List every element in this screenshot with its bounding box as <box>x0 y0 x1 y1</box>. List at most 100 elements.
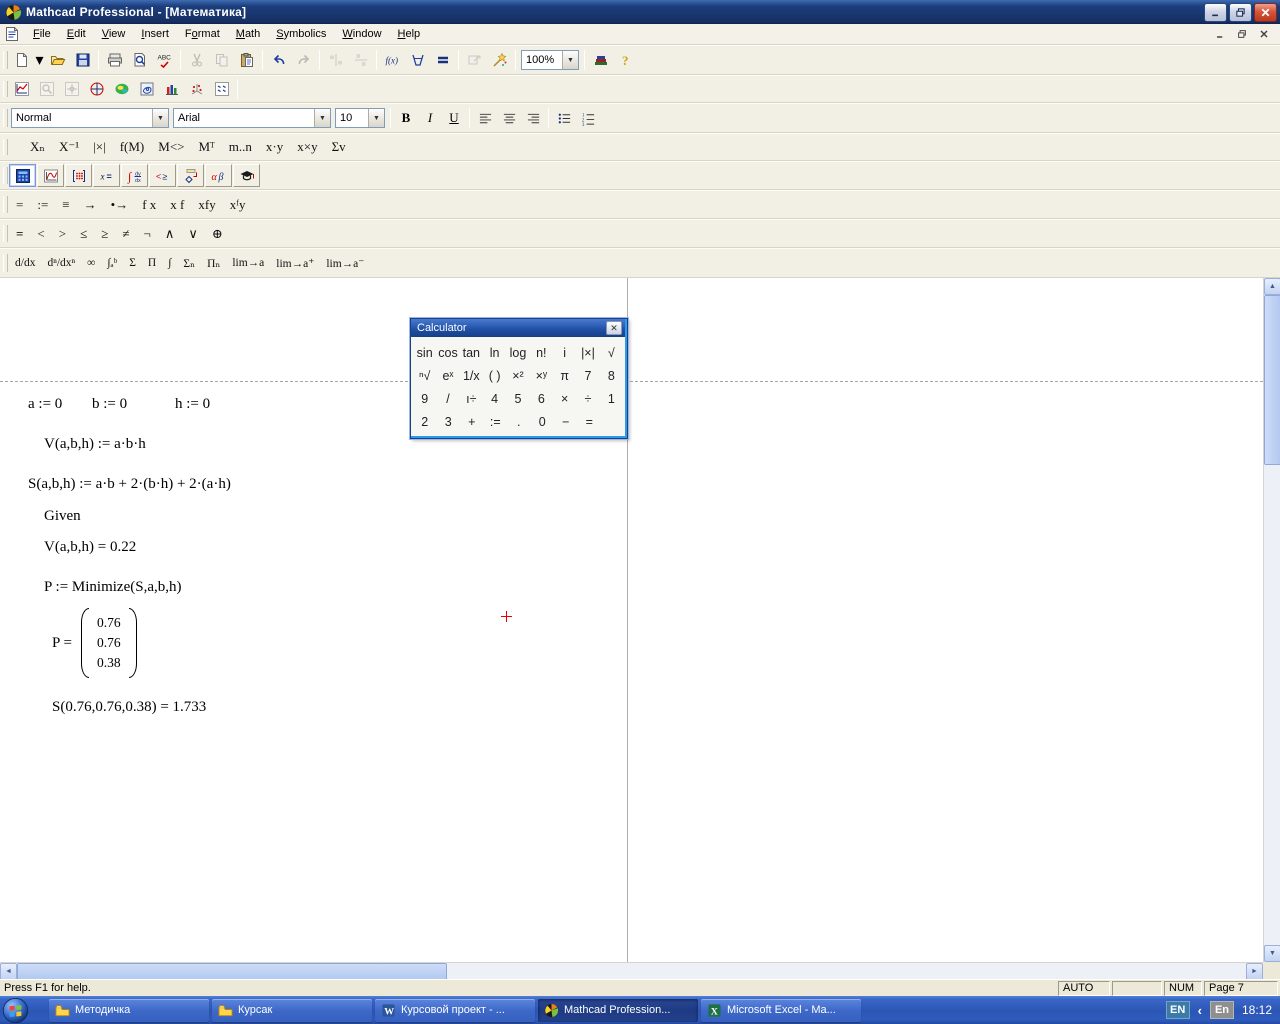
range-sum-button[interactable]: Σₙ <box>177 252 201 274</box>
keyword-eval-button[interactable]: •→ <box>104 194 136 216</box>
equals-button[interactable]: = <box>9 194 30 216</box>
font-size-select[interactable]: 10 ▼ <box>335 108 385 128</box>
vector-sum-button[interactable]: Σv <box>325 136 353 158</box>
help-button[interactable] <box>613 48 638 72</box>
calculate-button[interactable] <box>430 48 455 72</box>
prefix-button[interactable]: f x <box>135 194 163 216</box>
symbolic-eval-button[interactable]: → <box>77 194 104 216</box>
spell-check-button[interactable] <box>152 48 177 72</box>
summation-button[interactable]: Σ <box>123 252 142 274</box>
region-a-define[interactable]: a := 0 <box>28 396 62 413</box>
assign-button[interactable]: := <box>30 194 55 216</box>
menu-insert[interactable]: Insert <box>133 26 177 43</box>
zoom-select[interactable]: 100% ▼ <box>521 50 579 70</box>
limit-left-button[interactable]: lim→a⁻ <box>320 252 370 274</box>
print-preview-button[interactable] <box>127 48 152 72</box>
bold-button[interactable]: B <box>394 107 418 129</box>
add-button[interactable]: + <box>460 410 484 433</box>
mdi-close-button[interactable] <box>1256 27 1272 41</box>
reciprocal-button[interactable]: 1/x <box>460 364 483 387</box>
worksheet[interactable]: P = 0.76 0.76 0.38 Calculator ✕ sin cos ta… <box>0 278 1263 962</box>
taskbar-excel[interactable]: Microsoft Excel - Ma... <box>701 998 861 1022</box>
less-equal-button[interactable]: ≤ <box>73 223 94 245</box>
scroll-left-button[interactable]: ◄ <box>0 963 17 980</box>
greater-equal-button[interactable]: ≥ <box>94 223 115 245</box>
chevron-down-icon[interactable]: ▼ <box>152 109 168 127</box>
new-button[interactable] <box>9 48 34 72</box>
minimize-button[interactable] <box>1204 2 1227 22</box>
xor-button[interactable]: ⊕ <box>205 223 230 245</box>
and-button[interactable]: ∧ <box>158 223 182 245</box>
bool-equals-button[interactable]: = <box>9 223 30 245</box>
language-indicator-secondary[interactable]: En <box>1209 1001 1234 1019</box>
tan-button[interactable]: tan <box>460 341 483 364</box>
matrix-insert-button[interactable] <box>9 136 23 158</box>
region-volume-define[interactable]: V(a,b,h) := a·b·h <box>44 436 146 453</box>
greek-palette-button[interactable] <box>205 164 232 187</box>
indefinite-integral-button[interactable]: ∫ <box>162 252 177 274</box>
assign-key-button[interactable]: := <box>484 410 508 433</box>
definite-integral-button[interactable]: ∫ₐᵇ <box>101 252 123 274</box>
insert-unit-button[interactable] <box>405 48 430 72</box>
subscript-button[interactable]: Xₙ <box>23 136 52 158</box>
range-product-button[interactable]: Πₙ <box>201 252 226 274</box>
product-button[interactable]: Π <box>142 252 162 274</box>
menu-format[interactable]: Format <box>177 26 228 43</box>
blank-indicator[interactable] <box>1112 980 1162 996</box>
insert-function-button[interactable] <box>380 48 405 72</box>
divide-button[interactable]: ÷ <box>576 387 599 410</box>
style-select[interactable]: Normal ▼ <box>11 108 169 128</box>
not-equal-button[interactable]: ≠ <box>115 223 136 245</box>
menu-symbolics[interactable]: Symbolics <box>268 26 334 43</box>
menu-window[interactable]: Window <box>334 26 389 43</box>
auto-indicator[interactable]: AUTO <box>1058 980 1110 996</box>
scroll-track[interactable] <box>447 963 1246 979</box>
surface-plot-button[interactable] <box>109 77 134 101</box>
graph-palette-button[interactable] <box>37 164 64 187</box>
chevron-down-icon[interactable]: ▼ <box>314 109 330 127</box>
calculator-palette[interactable]: Calculator ✕ sin cos tan ln log n! i |×| √ ⁿ√ eˣ 1/… <box>409 317 629 440</box>
mdi-restore-button[interactable] <box>1234 27 1250 41</box>
infinity-button[interactable]: ∞ <box>81 252 101 274</box>
region-surface-result[interactable]: S(0.76,0.76,0.38) = 1.733 <box>52 699 206 716</box>
bullet-list-button[interactable] <box>552 107 576 129</box>
power-button[interactable]: ×ʸ <box>530 364 553 387</box>
ln-button[interactable]: ln <box>483 341 506 364</box>
four-button[interactable]: 4 <box>483 387 506 410</box>
chevron-down-icon[interactable]: ▼ <box>368 109 384 127</box>
underline-button[interactable]: U <box>442 107 466 129</box>
calculator-palette-button[interactable] <box>9 164 36 187</box>
or-button[interactable]: ∨ <box>181 223 205 245</box>
menu-math[interactable]: Math <box>228 26 268 43</box>
postfix-button[interactable]: x f <box>163 194 191 216</box>
vertical-scrollbar[interactable]: ▲ ▼ <box>1263 278 1280 962</box>
scroll-right-button[interactable]: ► <box>1246 963 1263 980</box>
vertical-scroll-thumb[interactable] <box>1264 295 1280 465</box>
polar-plot-button[interactable] <box>84 77 109 101</box>
language-indicator[interactable]: EN <box>1165 1001 1190 1019</box>
taskbar-methodichka[interactable]: Методичка <box>49 998 209 1022</box>
vector-field-button[interactable] <box>209 77 234 101</box>
calculator-title-bar[interactable]: Calculator ✕ <box>411 319 627 337</box>
picture-button[interactable] <box>353 136 367 158</box>
xy-plot-button[interactable] <box>9 77 34 101</box>
start-button[interactable] <box>2 997 29 1024</box>
less-than-button[interactable]: < <box>30 223 51 245</box>
slash-button[interactable]: / <box>436 387 459 410</box>
inverse-button[interactable]: X⁻¹ <box>52 136 86 158</box>
subtract-button[interactable]: − <box>554 410 578 433</box>
contour-plot-button[interactable] <box>134 77 159 101</box>
pi-button[interactable]: π <box>553 364 576 387</box>
symbolic-palette-button[interactable] <box>233 164 260 187</box>
scroll-down-button[interactable]: ▼ <box>1264 945 1280 962</box>
not-button[interactable]: ¬ <box>137 223 158 245</box>
limit-button[interactable]: lim→a <box>226 252 270 274</box>
exp-button[interactable]: eˣ <box>436 364 459 387</box>
vectorize-button[interactable]: f(M) <box>113 136 152 158</box>
seven-button[interactable]: 7 <box>576 364 599 387</box>
num-indicator[interactable]: NUM <box>1164 980 1202 996</box>
decimal-button[interactable]: . <box>507 410 531 433</box>
undo-button[interactable] <box>266 48 291 72</box>
calculus-palette-button[interactable] <box>121 164 148 187</box>
italic-button[interactable]: I <box>418 107 442 129</box>
